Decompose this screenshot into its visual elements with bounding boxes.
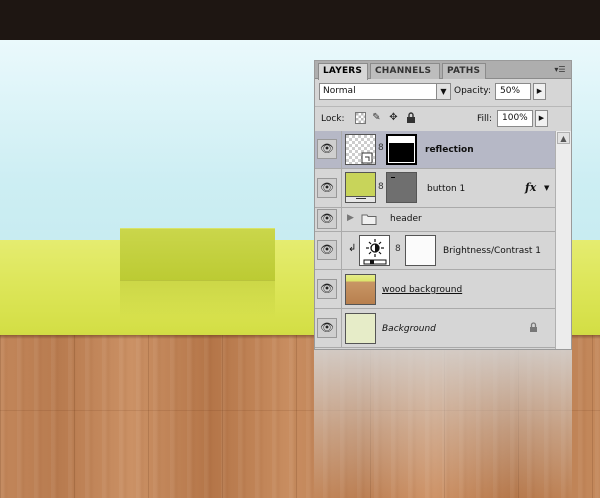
layer-mask-thumbnail[interactable] (405, 235, 436, 266)
tab-channels[interactable]: CHANNELS (370, 63, 440, 79)
layer-name[interactable]: Background (382, 324, 436, 334)
layer-name[interactable]: header (390, 214, 422, 224)
layer-thumbnail[interactable] (345, 172, 376, 203)
layer-row-header[interactable]: 👁 ▶ header (315, 208, 556, 232)
opacity-slider-arrow-icon[interactable]: ▶ (533, 83, 546, 100)
panel-tab-bar: LAYERS CHANNELS PATHS ▾☰ (315, 61, 571, 80)
layer-row-button-1[interactable]: 👁 8 button 1 fx ▼ (315, 169, 556, 208)
layer-name[interactable]: Brightness/Contrast 1 (443, 246, 541, 256)
clip-arrow-icon: ↲ (348, 243, 357, 254)
lock-icon (529, 322, 538, 336)
layer-name[interactable]: button 1 (427, 184, 465, 194)
eye-icon[interactable]: 👁 (317, 139, 337, 159)
chevron-down-icon[interactable]: ▼ (436, 84, 450, 99)
lock-all-icon[interactable] (405, 112, 416, 124)
lock-label: Lock: (321, 114, 345, 124)
lock-move-icon[interactable]: ✥ (388, 112, 399, 124)
blend-row: Normal ▼ Opacity: 50% ▶ (315, 81, 571, 103)
panel-fade-overlay (314, 350, 572, 498)
layer-name[interactable]: wood background (382, 285, 462, 295)
link-icon[interactable]: 8 (395, 244, 401, 257)
layer-mask-thumbnail[interactable] (386, 134, 417, 165)
link-icon[interactable]: 8 (378, 182, 384, 195)
lock-brush-icon[interactable]: ✎ (371, 112, 382, 124)
adjustment-thumbnail[interactable] (359, 235, 390, 266)
lock-transparent-icon[interactable] (355, 112, 366, 124)
eye-icon[interactable]: 👁 (317, 318, 337, 338)
tab-layers[interactable]: LAYERS (318, 63, 368, 80)
fill-label: Fill: (477, 114, 493, 124)
layer-row-reflection[interactable]: 👁 8 reflection (315, 131, 556, 169)
blend-mode-value: Normal (323, 86, 356, 96)
layers-panel: LAYERS CHANNELS PATHS ▾☰ Normal ▼ Opacit… (314, 60, 572, 350)
layer-thumbnail[interactable] (345, 274, 376, 305)
layer-row-background[interactable]: 👁 Background (315, 309, 556, 348)
tab-paths[interactable]: PATHS (442, 63, 486, 79)
fx-icon[interactable]: fx (525, 181, 536, 194)
canvas-button-reflection (120, 281, 275, 319)
canvas-top-bar (0, 0, 600, 40)
eye-icon[interactable]: 👁 (317, 178, 337, 198)
eye-icon[interactable]: 👁 (317, 240, 337, 260)
fill-input[interactable]: 100% (497, 110, 533, 127)
panel-menu-icon[interactable]: ▾☰ (553, 65, 567, 75)
layer-thumbnail[interactable] (345, 134, 376, 165)
eye-icon[interactable]: 👁 (317, 279, 337, 299)
vector-mask-thumbnail[interactable] (386, 172, 417, 203)
folder-icon (361, 213, 377, 228)
triangle-right-icon[interactable]: ▶ (347, 213, 354, 223)
opacity-input[interactable]: 50% (495, 83, 531, 100)
lock-row: Lock: ✎ ✥ Fill: 100% ▶ (315, 106, 571, 128)
layer-thumbnail[interactable] (345, 313, 376, 344)
eye-icon[interactable]: 👁 (317, 209, 337, 229)
layers-scrollbar[interactable]: ▲ (555, 131, 571, 349)
canvas-green-button (120, 228, 275, 280)
blend-mode-select[interactable]: Normal ▼ (319, 83, 451, 100)
link-icon[interactable]: 8 (378, 143, 384, 156)
layer-row-brightness-contrast-1[interactable]: 👁 ↲ 8 Brightness/Contrast 1 (315, 232, 556, 270)
layer-name[interactable]: reflection (425, 145, 474, 155)
opacity-label: Opacity: (454, 86, 491, 96)
chevron-down-icon[interactable]: ▼ (544, 184, 549, 192)
fill-slider-arrow-icon[interactable]: ▶ (535, 110, 548, 127)
layer-row-wood-background[interactable]: 👁 wood background (315, 270, 556, 309)
scroll-up-icon[interactable]: ▲ (557, 132, 570, 144)
